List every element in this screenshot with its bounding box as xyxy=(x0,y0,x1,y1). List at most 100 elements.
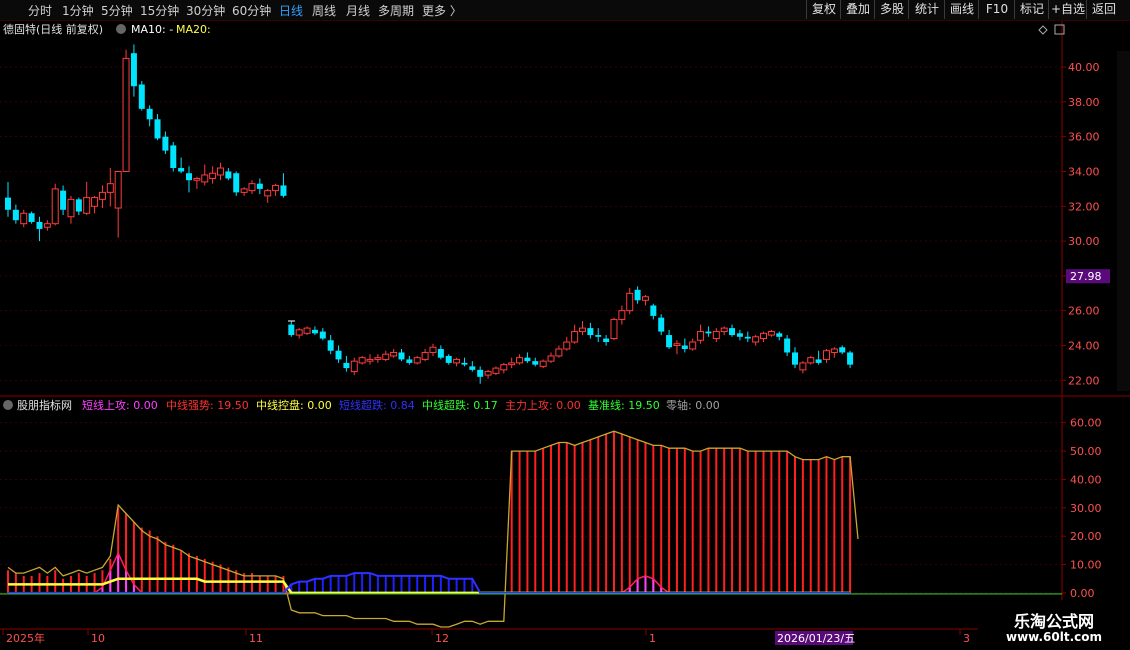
watermark-title: 乐淘公式网 xyxy=(1013,612,1094,631)
candle-up xyxy=(492,367,500,374)
candle-up xyxy=(240,188,248,193)
candle-up xyxy=(272,184,280,192)
candle-up xyxy=(760,332,768,340)
x-axis-label: 3 xyxy=(963,632,970,645)
toolbar-button-7[interactable]: +自选 xyxy=(1048,0,1087,19)
toolbar-button-5[interactable]: F10 xyxy=(978,0,1015,19)
price-label: 27.98 xyxy=(1070,270,1102,283)
candle-down xyxy=(28,213,35,222)
indicator-collapse-icon[interactable] xyxy=(3,400,13,410)
candle-down xyxy=(729,328,736,336)
candle-down xyxy=(437,348,444,358)
toolbar-button-1[interactable]: 叠加 xyxy=(840,0,875,19)
x-axis-label: 12 xyxy=(435,632,449,645)
toolbar-button-0[interactable]: 复权 xyxy=(806,0,841,19)
candle-down xyxy=(256,183,263,189)
candle-up xyxy=(122,57,130,172)
candle-down xyxy=(138,84,145,109)
candle-down xyxy=(146,108,153,120)
candle-down xyxy=(406,359,413,363)
indicator-legend-0: 短线上攻: 0.00 xyxy=(82,398,158,412)
tab-10[interactable]: 更多 〉 xyxy=(422,2,462,19)
watermark-url: www.60lt.com xyxy=(1005,630,1103,644)
y-tick-label: 24.00 xyxy=(1068,340,1100,353)
candle-down xyxy=(744,336,751,339)
candle-up xyxy=(720,327,728,333)
candle-up xyxy=(358,357,366,364)
indicator-y-tick: 30.00 xyxy=(1070,502,1102,515)
x-axis-label: 10 xyxy=(91,632,105,645)
candle-down xyxy=(839,347,846,353)
tab-0[interactable]: 分时 xyxy=(28,2,52,19)
side-text-strip xyxy=(1117,51,1130,391)
candle-up xyxy=(114,171,122,209)
x-axis-label: 2025年 xyxy=(6,631,45,645)
candle-up xyxy=(563,341,571,350)
candle-down xyxy=(603,338,610,343)
candle-up xyxy=(500,364,508,371)
toolbar-button-4[interactable]: 画线 xyxy=(944,0,979,19)
indicator-legend-6: 基准线: 19.50 xyxy=(588,398,660,412)
candle-down xyxy=(736,333,743,337)
indicator-legend-2: 中线控盘: 0.00 xyxy=(256,398,332,412)
toolbar-button-8[interactable]: 返回 xyxy=(1086,0,1121,19)
candle-up xyxy=(453,358,461,364)
candle-down xyxy=(445,355,452,363)
x-axis-label: 11 xyxy=(249,632,263,645)
tab-9[interactable]: 多周期 xyxy=(378,2,414,19)
indicator-y-tick: 50.00 xyxy=(1070,445,1102,458)
indicator-legend-5: 主力上攻: 0.00 xyxy=(505,398,581,412)
candle-up xyxy=(106,183,114,193)
candle-up xyxy=(618,310,626,320)
x-axis-label: 1 xyxy=(649,632,656,645)
candle-down xyxy=(792,352,798,365)
jizhunxian-line xyxy=(7,430,859,628)
tab-7[interactable]: 周线 xyxy=(312,2,336,19)
collapse-icon[interactable] xyxy=(116,24,126,34)
indicator-y-tick: 60.00 xyxy=(1070,417,1102,430)
tab-1[interactable]: 1分钟 xyxy=(62,2,94,19)
diamond-icon[interactable] xyxy=(1038,25,1048,35)
tab-8[interactable]: 月线 xyxy=(346,2,370,19)
toolbar-button-2[interactable]: 多股 xyxy=(874,0,909,19)
candle-up xyxy=(421,351,429,360)
indicator-name: 股朋指标网 xyxy=(17,398,72,412)
candle-up xyxy=(673,343,681,347)
candle-down xyxy=(532,361,539,365)
chart-canvas[interactable]: 德固特(日线 前复权) MA10: - MA20:40.0038.0036.0034… xyxy=(0,21,1130,650)
y-tick-label: 32.00 xyxy=(1068,200,1100,213)
candle-up xyxy=(390,351,398,357)
candle-up xyxy=(767,331,775,336)
candle-up xyxy=(641,296,649,301)
y-tick-label: 38.00 xyxy=(1068,96,1100,109)
candle-up xyxy=(626,292,634,312)
candle-down xyxy=(524,357,531,362)
candle-up xyxy=(201,174,209,183)
candle-down xyxy=(343,362,350,369)
candle-up xyxy=(51,188,59,225)
y-tick-label: 40.00 xyxy=(1068,61,1100,74)
toolbar-button-6[interactable]: 标记 xyxy=(1014,0,1049,19)
candle-down xyxy=(477,369,484,377)
indicator-y-tick: 40.00 xyxy=(1070,473,1102,486)
chart-title: 德固特(日线 前复权) xyxy=(3,22,103,36)
candle-down xyxy=(154,119,161,139)
candle-down xyxy=(666,335,673,348)
tab-5[interactable]: 60分钟 xyxy=(232,2,271,19)
candle-up xyxy=(303,327,311,334)
tab-4[interactable]: 30分钟 xyxy=(186,2,225,19)
indicator-y-tick: 10.00 xyxy=(1070,559,1102,572)
candle-down xyxy=(469,366,476,370)
candle-down xyxy=(595,335,602,337)
indicator-y-tick: 20.00 xyxy=(1070,530,1102,543)
candle-down xyxy=(815,359,822,363)
candle-up xyxy=(547,355,555,362)
candle-up xyxy=(689,341,697,350)
window-icon[interactable] xyxy=(1054,24,1065,35)
tab-2[interactable]: 5分钟 xyxy=(101,2,133,19)
candle-down xyxy=(233,173,240,193)
tab-6[interactable]: 日线 xyxy=(279,2,303,19)
candle-down xyxy=(461,362,468,365)
tab-3[interactable]: 15分钟 xyxy=(140,2,179,19)
toolbar-button-3[interactable]: 统计 xyxy=(908,0,945,19)
